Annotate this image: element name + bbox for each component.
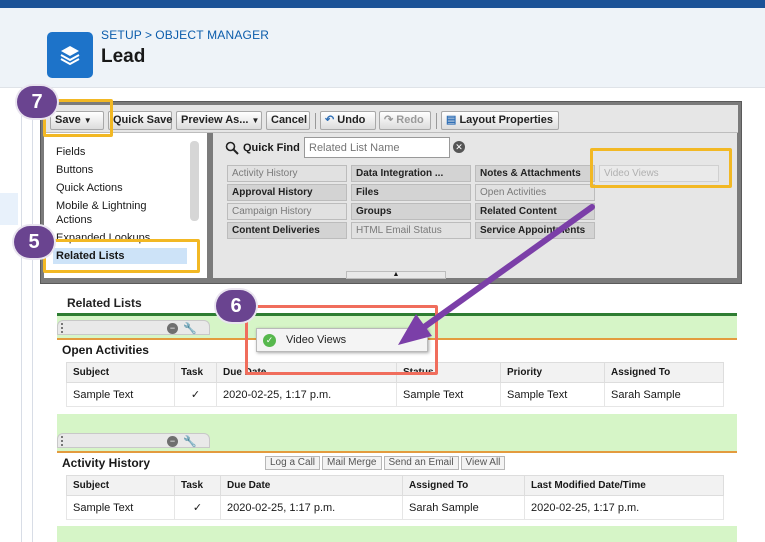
drag-arrow-icon <box>398 204 595 345</box>
step-callout-7: 7 <box>17 86 57 118</box>
step-callout-6: 6 <box>216 290 256 322</box>
step-callout-5: 5 <box>14 226 54 258</box>
